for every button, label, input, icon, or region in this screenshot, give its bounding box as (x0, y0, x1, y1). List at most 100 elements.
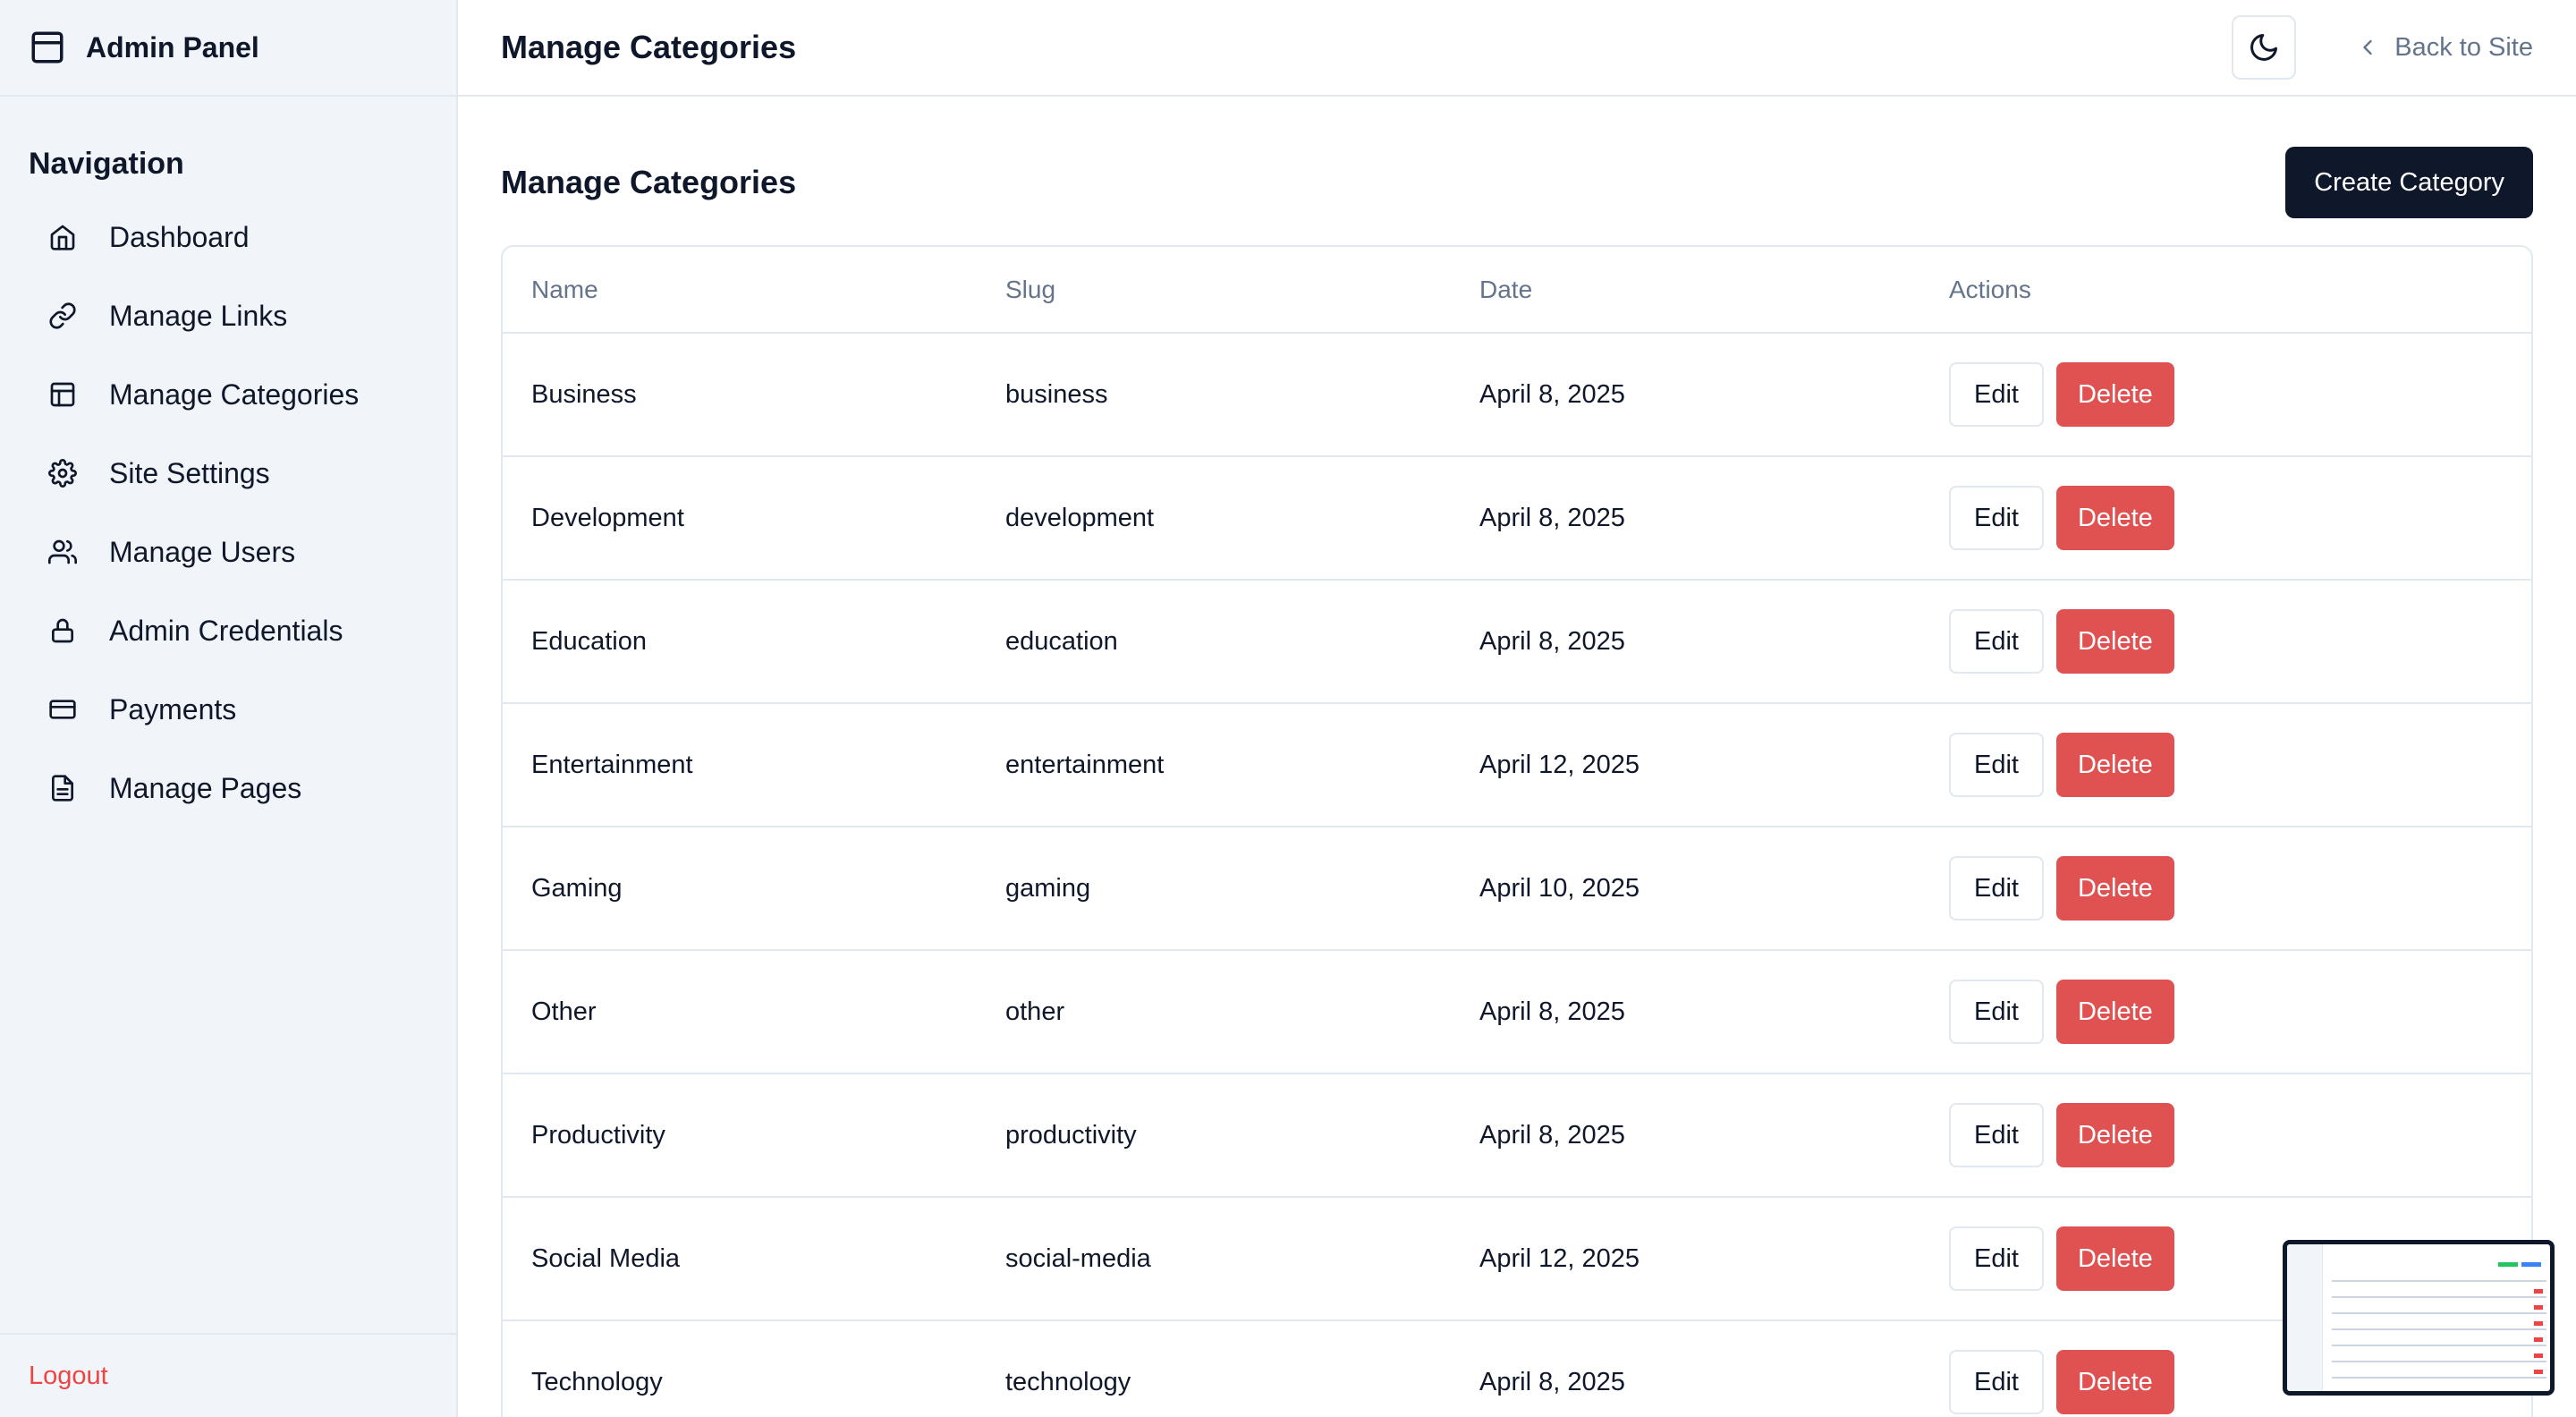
cell-date: April 8, 2025 (1451, 333, 1920, 457)
cell-date: April 8, 2025 (1451, 580, 1920, 704)
delete-button[interactable]: Delete (2055, 609, 2174, 674)
brand: Admin Panel (0, 0, 456, 97)
screen-preview-thumbnail[interactable] (2283, 1240, 2555, 1396)
edit-button[interactable]: Edit (1949, 609, 2044, 674)
theme-toggle-button[interactable] (2232, 15, 2297, 80)
moon-icon (2248, 31, 2280, 64)
sidebar-item-label: Payments (109, 692, 237, 725)
delete-button[interactable]: Delete (2055, 856, 2174, 921)
cell-name: Technology (503, 1320, 977, 1417)
cell-date: April 10, 2025 (1451, 827, 1920, 951)
edit-button[interactable]: Edit (1949, 856, 2044, 921)
cell-actions: Edit Delete (1920, 456, 2531, 581)
delete-button[interactable]: Delete (2055, 980, 2174, 1044)
sidebar-item-manage-users[interactable]: Manage Users (29, 513, 428, 591)
edit-button[interactable]: Edit (1949, 486, 2044, 550)
sidebar-item-manage-pages[interactable]: Manage Pages (29, 749, 428, 827)
home-icon (48, 223, 77, 251)
cell-date: April 12, 2025 (1451, 1197, 1920, 1321)
cell-name: Business (503, 333, 977, 457)
edit-button[interactable]: Edit (1949, 362, 2044, 427)
delete-button[interactable]: Delete (2055, 1103, 2174, 1167)
sidebar-item-site-settings[interactable]: Site Settings (29, 434, 428, 513)
nav-list: Dashboard Manage Links Manage Categories… (0, 198, 456, 827)
sidebar-item-label: Manage Users (109, 535, 296, 568)
delete-button[interactable]: Delete (2055, 1350, 2174, 1414)
create-category-button[interactable]: Create Category (2285, 147, 2533, 218)
edit-button[interactable]: Edit (1949, 733, 2044, 797)
sidebar-item-admin-credentials[interactable]: Admin Credentials (29, 591, 428, 670)
column-header-actions: Actions (1920, 247, 2531, 334)
cell-slug: technology (977, 1320, 1451, 1417)
users-icon (48, 538, 77, 566)
delete-button[interactable]: Delete (2055, 362, 2174, 427)
cell-slug: productivity (977, 1073, 1451, 1198)
edit-button[interactable]: Edit (1949, 1226, 2044, 1291)
topbar-actions: Back to Site (2232, 15, 2533, 80)
section-title: Manage Categories (501, 164, 797, 200)
cell-name: Other (503, 950, 977, 1074)
main-area: Manage Categories Back to Site Manage Ca… (458, 0, 2576, 1417)
sidebar-item-payments[interactable]: Payments (29, 670, 428, 749)
delete-button[interactable]: Delete (2055, 1226, 2174, 1291)
delete-button[interactable]: Delete (2055, 733, 2174, 797)
link-icon (48, 301, 77, 330)
app-root: Admin Panel Navigation Dashboard Manage … (0, 0, 2576, 1417)
sidebar-item-manage-links[interactable]: Manage Links (29, 276, 428, 355)
cell-actions: Edit Delete (1920, 1073, 2531, 1198)
table-row: Social Media social-media April 12, 2025 Ed… (503, 1197, 2531, 1321)
cell-name: Gaming (503, 827, 977, 951)
cell-date: April 12, 2025 (1451, 703, 1920, 827)
topbar: Manage Categories Back to Site (458, 0, 2576, 97)
cell-actions: Edit Delete (1920, 333, 2531, 457)
content: Manage Categories Create Category Name S… (458, 97, 2576, 1417)
table-row: Productivity productivity April 8, 2025 Edi… (503, 1073, 2531, 1198)
logout-link[interactable]: Logout (29, 1362, 108, 1391)
cell-name: Productivity (503, 1073, 977, 1198)
cell-name: Social Media (503, 1197, 977, 1321)
sidebar-item-label: Admin Credentials (109, 614, 343, 647)
cell-date: April 8, 2025 (1451, 1073, 1920, 1198)
cell-name: Education (503, 580, 977, 704)
gear-icon (48, 459, 77, 488)
table-header-row: Name Slug Date Actions (503, 247, 2531, 334)
edit-button[interactable]: Edit (1949, 1103, 2044, 1167)
table-row: Other other April 8, 2025 Edit Delete (503, 950, 2531, 1074)
sidebar-item-label: Manage Categories (109, 378, 360, 411)
sidebar-item-label: Dashboard (109, 220, 250, 253)
edit-button[interactable]: Edit (1949, 1350, 2044, 1414)
cell-date: April 8, 2025 (1451, 1320, 1920, 1417)
sidebar-item-manage-categories[interactable]: Manage Categories (29, 355, 428, 434)
cell-name: Development (503, 456, 977, 581)
cell-actions: Edit Delete (1920, 950, 2531, 1074)
cell-slug: education (977, 580, 1451, 704)
cell-actions: Edit Delete (1920, 827, 2531, 951)
edit-button[interactable]: Edit (1949, 980, 2044, 1044)
sidebar-item-dashboard[interactable]: Dashboard (29, 198, 428, 276)
nav-heading: Navigation (29, 147, 184, 181)
window-icon (29, 29, 66, 66)
cell-slug: development (977, 456, 1451, 581)
chevron-left-icon (2355, 35, 2380, 60)
table-row: Gaming gaming April 10, 2025 Edit Delete (503, 827, 2531, 951)
table-body: Business business April 8, 2025 Edit Delete D… (503, 333, 2531, 1417)
brand-title: Admin Panel (86, 30, 259, 64)
table-row: Development development April 8, 2025 Edit D… (503, 456, 2531, 581)
delete-button[interactable]: Delete (2055, 486, 2174, 550)
cell-slug: business (977, 333, 1451, 457)
table-row: Entertainment entertainment April 12, 2025… (503, 703, 2531, 827)
content-header: Manage Categories Create Category (501, 147, 2533, 218)
cell-name: Entertainment (503, 703, 977, 827)
lock-icon (48, 616, 77, 645)
sidebar-footer: Logout (0, 1333, 456, 1417)
cell-date: April 8, 2025 (1451, 456, 1920, 581)
sidebar-item-label: Manage Pages (109, 771, 302, 804)
table-row: Education education April 8, 2025 Edit Delet… (503, 580, 2531, 704)
table-row: Business business April 8, 2025 Edit Delete (503, 333, 2531, 457)
column-header-slug: Slug (977, 247, 1451, 334)
cell-slug: social-media (977, 1197, 1451, 1321)
column-header-date: Date (1451, 247, 1920, 334)
page-title: Manage Categories (501, 29, 797, 65)
back-to-site-link[interactable]: Back to Site (2355, 33, 2533, 63)
table-row: Technology technology April 8, 2025 Edit Del… (503, 1320, 2531, 1417)
